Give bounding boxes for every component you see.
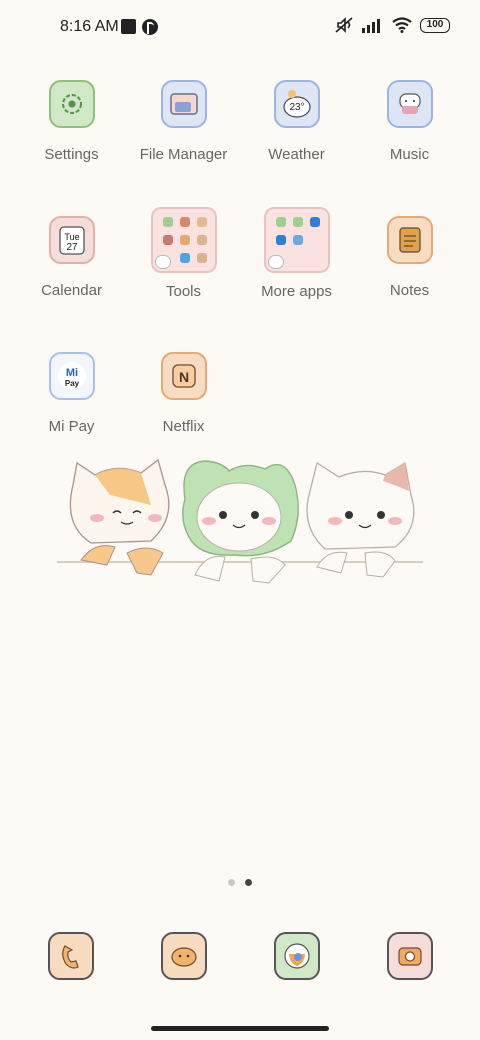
mini-app-icon [162,235,173,245]
mini-app-icon [162,217,173,227]
mi-pay-top-text: Mi [65,367,77,379]
mini-app-icon [275,235,286,245]
app-music[interactable]: Music [353,80,466,163]
app-more-apps-folder[interactable]: More apps [240,207,353,300]
app-label: More apps [261,283,332,300]
mini-app-icon [292,235,303,245]
orange-cat [69,458,170,576]
app-circle-icon [142,19,158,35]
home-gesture-bar[interactable] [151,1026,329,1031]
app-label: Settings [44,146,99,163]
app-label: File Manager [139,146,228,163]
calendar-day: Tue [64,232,79,242]
app-label: Notes [389,282,430,299]
dock-browser-icon[interactable] [274,932,320,980]
dock-camera-icon[interactable] [387,932,433,980]
app-file-manager[interactable]: File Manager [127,80,240,163]
cats-widget-illustration [57,458,423,584]
app-netflix[interactable]: N Netflix [127,352,240,435]
notepad-icon [386,216,433,264]
mini-app-icon [196,235,207,245]
gear-icon [48,80,95,128]
app-settings[interactable]: Settings [15,80,128,163]
weather-icon: 23° [273,80,320,128]
mute-icon [335,17,353,33]
app-weather[interactable]: 23° Weather [240,80,353,163]
netflix-letter: N [178,369,188,385]
frog-hat-cat [182,460,299,584]
app-label: Music [389,146,430,163]
page-dot-active[interactable] [245,879,252,886]
mi-pay-bottom-text: Pay [64,379,79,388]
mini-app-icon [179,217,190,227]
cat-sticker-icon [154,255,171,269]
mini-app-icon [309,217,320,227]
calendar-icon: Tue 27 [48,216,95,264]
app-notes[interactable]: Notes [353,216,466,299]
status-bar: 8:16 AM 100 [0,0,480,56]
wifi-icon [392,17,412,33]
mini-app-icon [179,235,190,245]
weather-temp: 23° [289,102,304,113]
cat-sticker-icon [267,255,284,269]
mini-app-icon [196,253,207,263]
mini-app-icon [292,217,303,227]
mini-app-icon [179,253,190,263]
music-icon [386,80,433,128]
app-label: Weather [268,146,325,163]
app-label: Tools [165,283,202,300]
mi-pay-icon: Mi Pay [48,352,95,400]
netflix-icon: N [160,352,207,400]
page-indicator [228,879,252,886]
calendar-date: 27 [66,242,78,253]
app-label: Netflix [162,418,205,435]
dock-phone-icon[interactable] [48,932,94,980]
notification-square-icon [121,19,136,34]
dock-messages-icon[interactable] [161,932,207,980]
folder-grid-icon [150,207,217,273]
folder-grid-icon [263,207,330,273]
app-calendar[interactable]: Tue 27 Calendar [15,216,128,299]
mini-app-icon [196,217,207,227]
status-time: 8:16 AM [60,18,119,35]
page-dot[interactable] [228,879,235,886]
home-screen: 8:16 AM 100 Settings File Manager 23° We… [0,0,480,1040]
status-icons: 100 [334,16,450,34]
folder-icon [160,80,207,128]
app-mi-pay[interactable]: Mi Pay Mi Pay [15,352,128,435]
battery-icon: 100 [420,17,450,33]
app-label: Mi Pay [48,418,95,435]
app-tools-folder[interactable]: Tools [127,207,240,300]
white-cat [306,461,415,578]
mini-app-icon [275,217,286,227]
app-label: Calendar [41,282,102,299]
signal-icon [362,19,380,33]
